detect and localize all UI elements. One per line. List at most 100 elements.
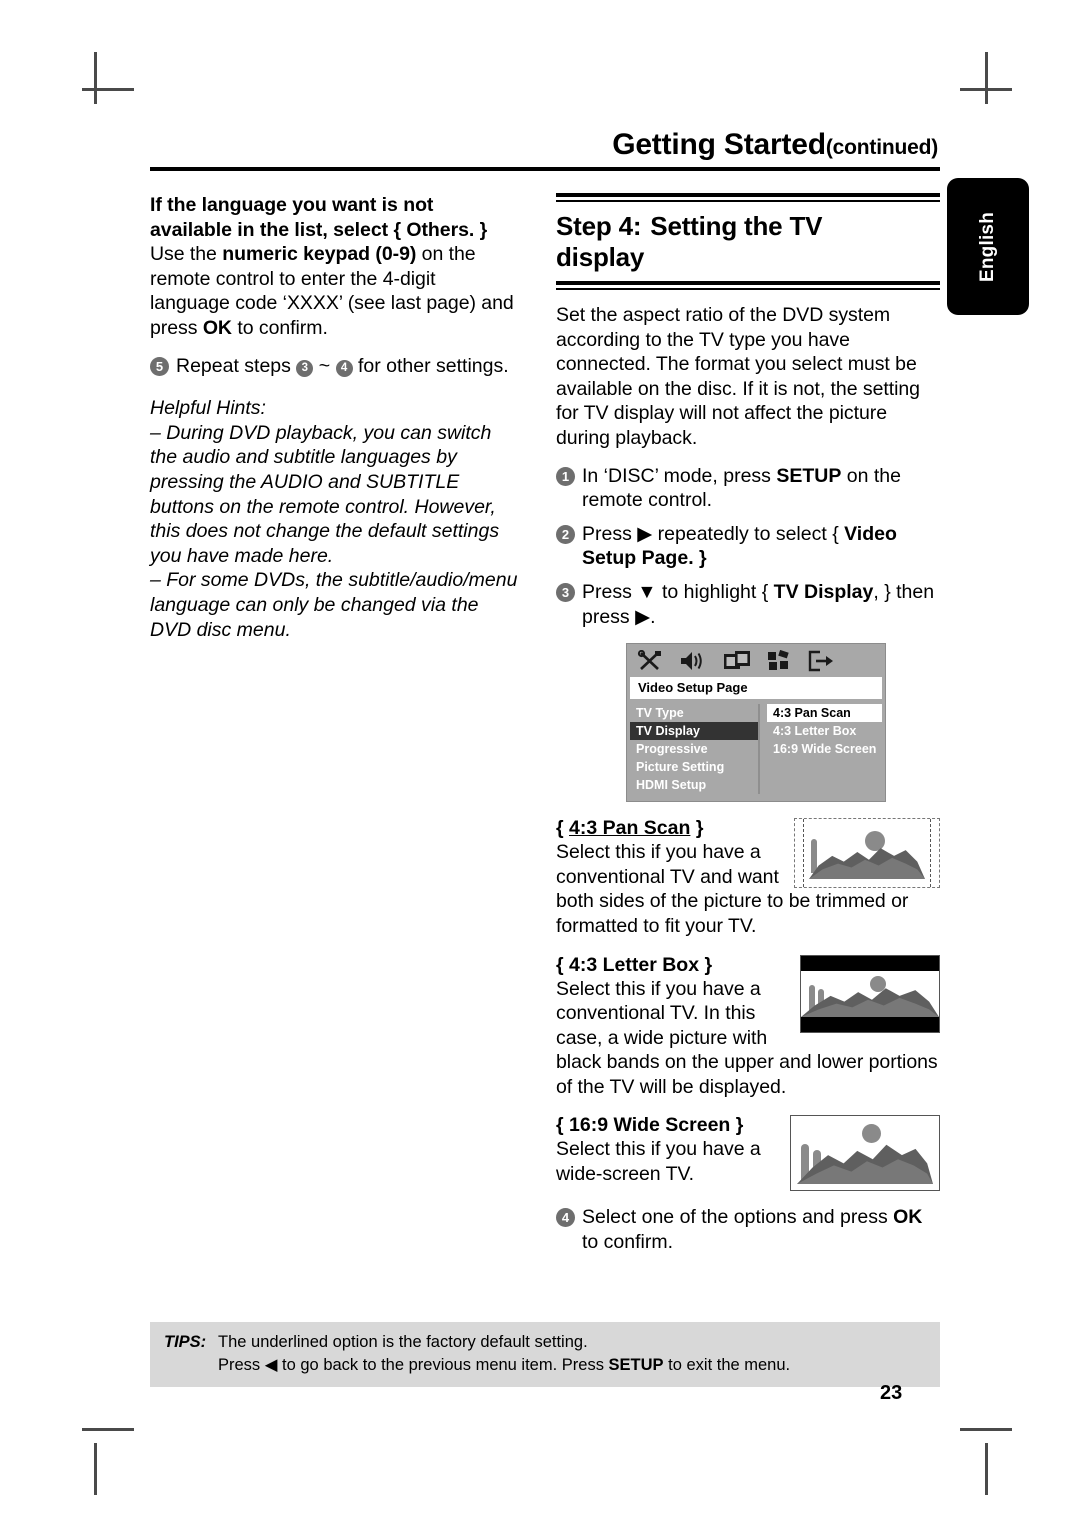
osd-menu-item-hdmi-setup[interactable]: HDMI Setup xyxy=(630,776,758,794)
tips-text-2-post: to exit the menu. xyxy=(663,1356,791,1374)
landscape-scene xyxy=(801,970,939,1017)
aspect-option-name: 4:3 Pan Scan xyxy=(569,817,691,840)
page-content: Getting Started(continued) If the langua… xyxy=(150,128,940,1418)
tips-label-spacer xyxy=(150,1354,218,1377)
step-text: In ‘DISC’ mode, press SETUP on the remot… xyxy=(582,464,940,513)
preference-icon xyxy=(767,650,791,672)
step-number-badge: 1 xyxy=(556,466,575,486)
step5-mid: ~ xyxy=(313,354,336,377)
list-item: 1 In ‘DISC’ mode, press SETUP on the rem… xyxy=(556,464,940,513)
step4-pre: Select one of the options and press xyxy=(582,1206,894,1229)
dvd-setup-menu-screenshot: Video Setup Page TV Type TV Display Prog… xyxy=(626,643,886,803)
osd-option-list: 4:3 Pan Scan 4:3 Letter Box 16:9 Wide Sc… xyxy=(758,704,882,795)
language-note: If the language you want is not availabl… xyxy=(150,193,520,341)
tips-text-2: Press ◀ to go back to the previous menu … xyxy=(218,1354,940,1377)
helpful-hint-1: – During DVD playback, you can switch th… xyxy=(150,421,500,567)
step-text: Press ▶ repeatedly to select { Video Set… xyxy=(582,522,940,571)
section-heading-step: Step 4: xyxy=(556,211,642,241)
mountain-icon xyxy=(809,848,925,880)
section-rule-bottom xyxy=(556,281,940,290)
aspect-option-letter-box: { 4:3 Letter Box } Select this if you ha… xyxy=(556,953,940,1100)
tips-line-2: Press ◀ to go back to the previous menu … xyxy=(150,1354,940,1377)
osd-menu-item-tv-type[interactable]: TV Type xyxy=(630,704,758,722)
language-tab-label: English xyxy=(977,211,998,282)
crop-mark-top-left-v xyxy=(94,52,97,104)
step3-pre: Press ▼ to highlight { xyxy=(582,580,774,603)
crop-mark-bottom-right-v xyxy=(985,1443,988,1495)
osd-menu-item-progressive[interactable]: Progressive xyxy=(630,740,758,758)
ok-button-label: OK xyxy=(202,316,232,339)
step5-post: for other settings. xyxy=(352,354,509,377)
page-title-main: Getting Started xyxy=(612,128,826,161)
step-number-badge: 3 xyxy=(556,582,575,602)
brace-open: { xyxy=(556,953,570,976)
tv-display-label: TV Display xyxy=(773,580,874,603)
title-divider xyxy=(150,167,940,171)
aspect-option-wide-screen: { 16:9 Wide Screen } Select this if you … xyxy=(556,1113,940,1192)
language-note-bold-1: If the language you want is not xyxy=(150,194,434,216)
black-band-top xyxy=(801,955,939,971)
step-text: Select one of the options and press OK t… xyxy=(582,1205,940,1254)
step-number-badge: 2 xyxy=(556,524,575,544)
section-intro-text: Set the aspect ratio of the DVD system a… xyxy=(556,304,920,449)
brace-close: } xyxy=(690,817,704,840)
aspect-option-name: 16:9 Wide Screen xyxy=(569,1114,731,1137)
osd-columns: TV Type TV Display Progressive Picture S… xyxy=(627,699,885,801)
osd-title: Video Setup Page xyxy=(630,677,882,700)
language-tab: English xyxy=(947,178,1029,315)
language-note-text-1: Use the xyxy=(150,243,223,266)
step5-pre: Repeat steps xyxy=(176,354,297,377)
crop-mark-top-right-v xyxy=(985,52,988,104)
letter-box-thumbnail xyxy=(800,954,940,1033)
tips-label: TIPS: xyxy=(164,1333,207,1351)
left-column: If the language you want is not availabl… xyxy=(150,193,520,1255)
crop-mark-bottom-left-h xyxy=(82,1428,134,1431)
osd-menu-list: TV Type TV Display Progressive Picture S… xyxy=(630,704,758,794)
setup-button-label: SETUP xyxy=(608,1356,664,1374)
list-item: 2 Press ▶ repeatedly to select { Video S… xyxy=(556,522,940,571)
language-note-text-3: to confirm. xyxy=(231,316,328,339)
step-ref-badge-4: 4 xyxy=(335,359,353,377)
crop-mark-bottom-right-h xyxy=(960,1428,1012,1431)
osd-menu-item-picture-setting[interactable]: Picture Setting xyxy=(630,758,758,776)
helpful-hints-title: Helpful Hints: xyxy=(150,397,266,420)
step-number-badge: 4 xyxy=(556,1208,575,1228)
mountain-icon xyxy=(797,1145,933,1185)
crop-mark-bottom-left-v xyxy=(94,1443,97,1495)
brace-close: } xyxy=(699,953,713,976)
pan-scan-thumbnail xyxy=(794,818,940,889)
section-heading-title: Setting the TV xyxy=(650,211,823,241)
speaker-icon xyxy=(679,650,707,672)
step-number-badge: 5 xyxy=(150,356,169,376)
step2-post: . } xyxy=(688,547,707,570)
step4-post: to confirm. xyxy=(582,1231,674,1254)
black-band-bottom xyxy=(801,1016,939,1032)
aspect-option-name: 4:3 Letter Box xyxy=(569,953,700,976)
section-heading-title-2: display xyxy=(556,242,645,272)
osd-option-wide-screen[interactable]: 16:9 Wide Screen xyxy=(767,740,882,758)
page-title-continued: (continued) xyxy=(825,136,938,159)
landscape-scene xyxy=(797,1122,933,1185)
page-title: Getting Started(continued) xyxy=(150,128,940,161)
list-item: 4 Select one of the options and press OK… xyxy=(556,1205,940,1254)
landscape-scene xyxy=(809,827,925,880)
osd-option-letter-box[interactable]: 4:3 Letter Box xyxy=(767,722,882,740)
language-note-bold-2: available in the list, select { Others. … xyxy=(150,218,488,241)
step-text: Press ▼ to highlight { TV Display, } the… xyxy=(582,580,940,629)
step-ref-badge-3: 3 xyxy=(296,359,314,377)
wide-screen-thumbnail xyxy=(790,1115,940,1192)
osd-menu-item-tv-display[interactable]: TV Display xyxy=(630,722,758,741)
page-number: 23 xyxy=(880,1382,903,1404)
setup-button-label: SETUP xyxy=(776,464,842,487)
osd-icon-bar xyxy=(627,644,885,678)
step1-pre: In ‘DISC’ mode, press xyxy=(582,464,777,487)
step-text: Repeat steps 3 ~ 4 for other settings. xyxy=(176,354,509,379)
film-strip-icon xyxy=(723,650,751,672)
tips-text-1: The underlined option is the factory def… xyxy=(218,1333,588,1351)
ok-button-label: OK xyxy=(893,1206,923,1229)
tips-footer: TIPS: The underlined option is the facto… xyxy=(150,1322,940,1387)
list-item: 5 Repeat steps 3 ~ 4 for other settings. xyxy=(150,354,520,379)
brace-close: } xyxy=(730,1114,744,1137)
brace-open: { xyxy=(556,817,570,840)
osd-option-pan-scan[interactable]: 4:3 Pan Scan xyxy=(767,704,882,723)
